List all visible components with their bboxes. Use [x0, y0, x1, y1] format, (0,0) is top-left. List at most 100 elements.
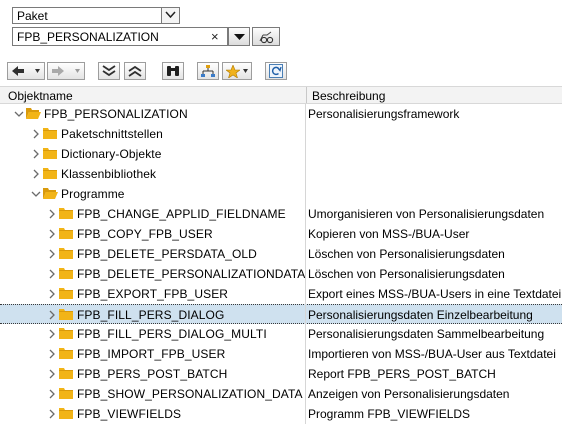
refresh-icon	[269, 64, 283, 78]
tree-row-description: Importieren von MSS-/BUA-User aus Textda…	[308, 347, 556, 361]
folder-icon	[59, 368, 73, 379]
glasses-icon	[259, 31, 274, 44]
chevron-down-icon[interactable]	[14, 109, 24, 119]
chevron-right-icon[interactable]	[31, 169, 41, 179]
chevron-down-icon	[75, 69, 80, 73]
object-type-dropdown[interactable]: Paket	[12, 7, 180, 24]
chevron-down-icon	[243, 69, 248, 73]
tree-row-name: Programme	[61, 187, 125, 201]
tree-row-description: Löschen von Personalisierungsdaten	[308, 267, 505, 281]
tree-row-description: Report FPB_PERS_POST_BATCH	[308, 367, 496, 381]
chevron-right-icon[interactable]	[47, 369, 57, 379]
chevron-right-icon[interactable]	[47, 329, 57, 339]
object-tree: FPB_PERSONALIZATION Personalisierungsfram…	[0, 104, 562, 424]
folder-icon	[59, 388, 73, 399]
chevron-right-icon[interactable]	[47, 409, 57, 419]
column-header: Objektname Beschreibung	[0, 86, 562, 104]
tree-row-name: Klassenbibliothek	[61, 167, 157, 181]
folder-icon	[59, 248, 73, 259]
object-history-button[interactable]	[228, 27, 250, 46]
tree-row[interactable]: FPB_DELETE_PERSDATA_OLD Löschen von Perso…	[0, 244, 562, 264]
refresh-button[interactable]	[265, 62, 287, 80]
folder-icon	[59, 228, 73, 239]
tree-row-name: FPB_SHOW_PERSONALIZATION_DATA	[77, 387, 303, 401]
folder-icon	[59, 288, 73, 299]
tree-row-name: FPB_DELETE_PERSDATA_OLD	[77, 247, 257, 261]
favorites-button[interactable]	[222, 62, 252, 80]
folder-icon	[59, 268, 73, 279]
tree-row[interactable]: FPB_IMPORT_FPB_USER Importieren von MSS-/…	[0, 344, 562, 364]
star-icon	[226, 65, 240, 78]
folder-icon	[59, 309, 73, 320]
tree-row[interactable]: FPB_EXPORT_FPB_USER Export eines MSS-/BUA…	[0, 284, 562, 304]
column-header-name[interactable]: Objektname	[8, 89, 73, 103]
chevron-right-icon[interactable]	[47, 349, 57, 359]
tree-row[interactable]: FPB_SHOW_PERSONALIZATION_DATA Anzeigen vo…	[0, 384, 562, 404]
tree-row-name: Dictionary-Objekte	[61, 147, 162, 161]
tree-row[interactable]: Dictionary-Objekte	[0, 144, 562, 164]
hierarchy-icon	[201, 65, 215, 77]
object-name-input[interactable]: FPB_PERSONALIZATION ×	[12, 27, 228, 46]
tree-row[interactable]: Programme	[0, 184, 562, 204]
tree-row[interactable]: FPB_CHANGE_APPLID_FIELDNAME Umorganisiere…	[0, 204, 562, 224]
tree-row[interactable]: FPB_FILL_PERS_DIALOG_MULTI Personalisieru…	[0, 324, 562, 344]
folder-icon	[43, 148, 57, 159]
chevron-down-icon[interactable]	[31, 189, 41, 199]
chevron-down-icon	[35, 69, 40, 73]
tree-row-name: FPB_EXPORT_FPB_USER	[77, 287, 229, 301]
chevron-right-icon[interactable]	[31, 149, 41, 159]
tree-row-description: Programm FPB_VIEWFIELDS	[308, 407, 471, 421]
back-button[interactable]	[7, 62, 45, 80]
find-button[interactable]	[162, 62, 184, 80]
tree-row[interactable]: FPB_DELETE_PERSONALIZATIONDATA Löschen vo…	[0, 264, 562, 284]
double-chevron-up-icon	[128, 65, 142, 77]
arrow-left-icon	[12, 66, 24, 76]
tree-row-name: FPB_PERSONALIZATION	[44, 107, 188, 121]
tree-row[interactable]: FPB_FILL_PERS_DIALOG Personalisierungsdat…	[0, 304, 562, 324]
tree-row[interactable]: FPB_COPY_FPB_USER Kopieren von MSS-/BUA-U…	[0, 224, 562, 244]
folder-icon	[43, 128, 57, 139]
forward-button[interactable]	[47, 62, 85, 80]
column-divider[interactable]	[306, 87, 307, 103]
chevron-right-icon[interactable]	[47, 209, 57, 219]
tree-row[interactable]: Klassenbibliothek	[0, 164, 562, 184]
tree-row[interactable]: Paketschnittstellen	[0, 124, 562, 144]
tree-row-name: FPB_COPY_FPB_USER	[77, 227, 213, 241]
chevron-right-icon[interactable]	[47, 229, 57, 239]
expand-all-button[interactable]	[124, 62, 146, 80]
tree-row-description: Personalisierungsdaten Sammelbearbeitung	[308, 327, 545, 341]
tree-row[interactable]: FPB_PERSONALIZATION Personalisierungsfram…	[0, 104, 562, 124]
tree-row-name: FPB_FILL_PERS_DIALOG	[77, 308, 225, 322]
column-header-description[interactable]: Beschreibung	[312, 89, 385, 103]
tree-row-description: Anzeigen von Personalisierungsdaten	[308, 387, 510, 401]
chevron-right-icon[interactable]	[47, 389, 57, 399]
dropdown-button[interactable]	[161, 8, 179, 23]
tree-row-description: Personalisierungsdaten Einzelbearbeitung	[308, 308, 533, 322]
column-divider-line	[305, 104, 306, 424]
tree-row-description: Kopieren von MSS-/BUA-User	[308, 227, 470, 241]
chevron-right-icon[interactable]	[47, 249, 57, 259]
tree-row-name: FPB_PERS_POST_BATCH	[77, 367, 228, 381]
clear-icon[interactable]: ×	[211, 29, 219, 44]
object-name-value: FPB_PERSONALIZATION	[17, 30, 159, 44]
chevron-right-icon[interactable]	[47, 269, 57, 279]
folder-open-icon	[43, 188, 58, 199]
binoculars-icon	[167, 66, 179, 76]
tree-row-description: Löschen von Personalisierungsdaten	[308, 247, 505, 261]
tree-row-description: Umorganisieren von Personalisierungsdate…	[308, 207, 545, 221]
chevron-right-icon[interactable]	[47, 289, 57, 299]
folder-icon	[59, 348, 73, 359]
tree-row[interactable]: FPB_VIEWFIELDS Programm FPB_VIEWFIELDS	[0, 404, 562, 424]
chevron-right-icon[interactable]	[47, 310, 57, 320]
hierarchy-button[interactable]	[197, 62, 219, 80]
object-type-value: Paket	[17, 9, 48, 23]
folder-icon	[59, 208, 73, 219]
collapse-all-button[interactable]	[98, 62, 120, 80]
tree-row-name: FPB_VIEWFIELDS	[77, 407, 182, 421]
tree-row[interactable]: FPB_PERS_POST_BATCH Report FPB_PERS_POST_…	[0, 364, 562, 384]
tree-row-name: FPB_IMPORT_FPB_USER	[77, 347, 226, 361]
arrow-right-icon	[52, 66, 64, 76]
chevron-down-icon	[165, 11, 176, 19]
display-button[interactable]	[252, 27, 280, 46]
chevron-right-icon[interactable]	[31, 129, 41, 139]
